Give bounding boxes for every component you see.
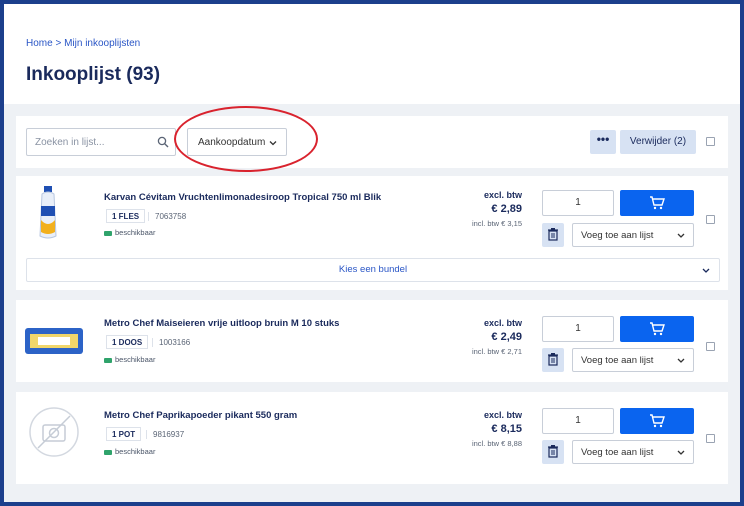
breadcrumb-separator: > [55,38,62,49]
trash-icon [548,228,558,241]
incl-vat-price: incl. btw € 3,15 [471,219,522,228]
cart-icon [650,414,665,428]
breadcrumb-home[interactable]: Home [26,38,53,49]
pack-size: 1 POT [106,427,142,441]
add-to-list-label: Voeg toe aan lijst [581,355,654,366]
availability-status: beschikbaar [104,355,155,364]
delete-item-button[interactable] [542,348,564,372]
price: € 2,89 [491,203,522,215]
excl-vat-label: excl. btw [483,410,522,420]
chevron-down-icon [702,268,710,273]
trash-icon [548,353,558,366]
breadcrumb: Home > Mijn inkooplijsten [26,38,140,49]
add-to-cart-button[interactable] [620,190,694,216]
article-code: 1003166 [152,338,190,347]
add-to-list-select[interactable]: Voeg toe aan lijst [572,348,694,372]
truck-icon [104,230,112,236]
more-options-button[interactable]: ••• [590,130,616,154]
search-field[interactable] [26,128,176,156]
add-to-list-select[interactable]: Voeg toe aan lijst [572,223,694,247]
remove-selected-button[interactable]: Verwijder (2) [620,130,696,154]
add-to-cart-button[interactable] [620,316,694,342]
availability-label: beschikbaar [115,447,156,456]
product-row: Metro Chef Paprikapoeder pikant 550 gram… [16,392,728,484]
quantity-input[interactable]: 1 [542,190,614,216]
quantity-input[interactable]: 1 [542,316,614,342]
chevron-down-icon [677,358,685,363]
pack-size: 1 DOOS [106,335,149,349]
chevron-down-icon [677,233,685,238]
chevron-down-icon [677,450,685,455]
article-code: 7063758 [148,212,186,221]
delete-item-button[interactable] [542,223,564,247]
availability-status: beschikbaar [104,228,155,237]
availability-label: beschikbaar [115,355,156,364]
search-input[interactable] [35,129,155,155]
excl-vat-label: excl. btw [483,318,522,328]
row-checkbox[interactable] [706,342,715,351]
delete-item-button[interactable] [542,440,564,464]
truck-icon [104,449,112,455]
incl-vat-price: incl. btw € 2,71 [471,347,522,356]
product-row: Karvan Cévitam Vruchtenlimonadesiroop Tr… [16,176,728,290]
no-image-placeholder-icon [29,407,79,457]
truck-icon [104,357,112,363]
add-to-list-label: Voeg toe aan lijst [581,230,654,241]
cart-icon [650,196,665,210]
search-icon[interactable] [157,136,169,148]
cart-icon [650,322,665,336]
excl-vat-label: excl. btw [483,190,522,200]
add-to-list-select[interactable]: Voeg toe aan lijst [572,440,694,464]
price: € 8,15 [491,423,522,435]
product-name[interactable]: Metro Chef Paprikapoeder pikant 550 gram [104,410,297,421]
availability-status: beschikbaar [104,447,155,456]
page-header: Home > Mijn inkooplijsten Inkooplijst (9… [4,4,740,104]
list-toolbar: Aankoopdatum ••• Verwijder (2) [16,106,728,172]
trash-icon [548,445,558,458]
highlight-annotation-oval [174,106,318,172]
quantity-input[interactable]: 1 [542,408,614,434]
egg-carton-image [25,328,83,354]
page-frame: Home > Mijn inkooplijsten Inkooplijst (9… [4,4,740,502]
page-title: Inkooplijst (93) [26,64,161,85]
add-to-list-label: Voeg toe aan lijst [581,447,654,458]
breadcrumb-current[interactable]: Mijn inkooplijsten [64,38,140,49]
price: € 2,49 [491,331,522,343]
product-name[interactable]: Metro Chef Maiseieren vrije uitloop brui… [104,318,339,329]
select-all-checkbox[interactable] [706,137,715,146]
article-code: 9816937 [146,430,184,439]
row-checkbox[interactable] [706,434,715,443]
availability-label: beschikbaar [115,228,156,237]
product-row: Metro Chef Maiseieren vrije uitloop brui… [16,300,728,382]
row-checkbox[interactable] [706,215,715,224]
incl-vat-price: incl. btw € 8,88 [471,439,522,448]
product-name[interactable]: Karvan Cévitam Vruchtenlimonadesiroop Tr… [104,192,381,203]
choose-bundle-button[interactable]: Kies een bundel [26,258,720,282]
add-to-cart-button[interactable] [620,408,694,434]
pack-size: 1 FLES [106,209,146,223]
syrup-bottle-image [39,186,57,239]
choose-bundle-label: Kies een bundel [338,264,408,275]
